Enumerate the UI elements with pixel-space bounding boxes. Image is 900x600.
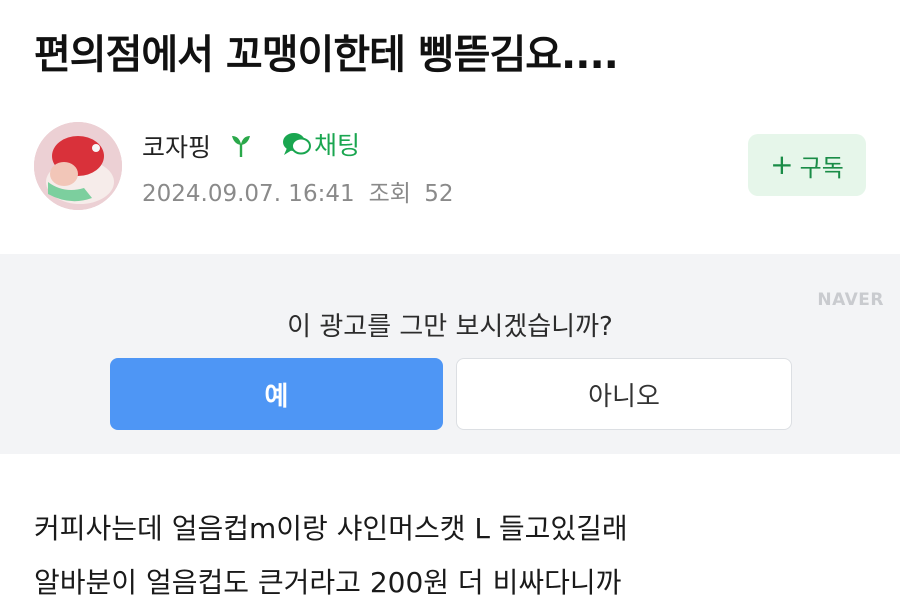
ad-question: 이 광고를 그만 보시겠습니까?: [287, 312, 613, 342]
post-title: 편의점에서 꼬맹이한테 삥뜯김요....: [34, 32, 619, 78]
avatar-image: [34, 122, 122, 210]
no-button[interactable]: 아니오: [456, 358, 792, 430]
plus-icon: +: [770, 148, 794, 181]
post-date: 2024.09.07. 16:41: [142, 181, 355, 207]
post-meta: 2024.09.07. 16:41 조회 52: [142, 174, 454, 208]
ad-feedback-panel: NAVER 이 광고를 그만 보시겠습니까? 예 아니오: [0, 254, 900, 454]
post-body: 커피사는데 얼음컵m이랑 샤인머스캣 L 들고있길래 알바분이 얼음컵도 큰거라…: [34, 506, 874, 600]
chat-label: 채팅: [314, 131, 361, 160]
subscribe-button[interactable]: + 구독: [748, 134, 866, 196]
sprout-icon: [232, 136, 250, 157]
body-line: 커피사는데 얼음컵m이랑 샤인머스캣 L 들고있길래: [34, 512, 628, 545]
subscribe-label: 구독: [799, 153, 844, 182]
views-label: 조회: [368, 181, 411, 207]
author-name[interactable]: 코자핑: [142, 128, 211, 164]
chat-link[interactable]: 채팅: [280, 126, 360, 162]
author-row: 코자핑 채팅 2024.09.07. 16:41 조회 52 + 구독: [34, 122, 866, 212]
chat-bubble-icon: [283, 133, 311, 155]
body-line: 알바분이 얼음컵도 큰거라고 200원 더 비싸다니까: [34, 566, 622, 599]
yes-button[interactable]: 예: [110, 358, 443, 430]
views-count: 52: [424, 181, 454, 207]
avatar[interactable]: [34, 122, 122, 210]
